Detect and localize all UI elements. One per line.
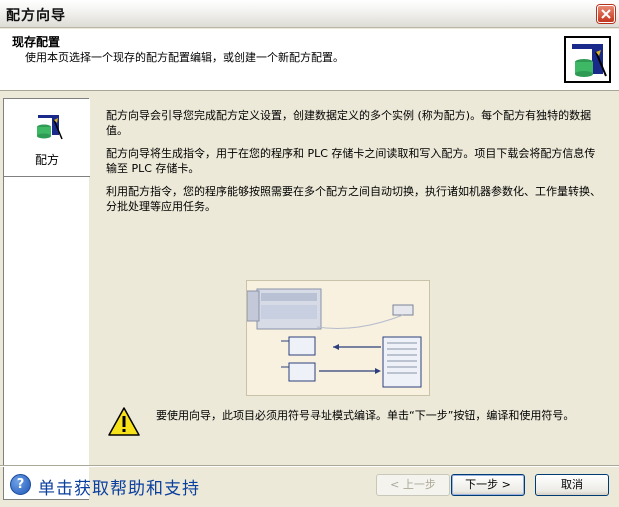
recipe-icon: [37, 115, 63, 140]
plc-diagram-illustration: [246, 281, 429, 395]
cancel-button[interactable]: 取消: [535, 474, 609, 496]
recipe-wizard-window: 配方向导 现存配置 使用本页选择一个现存的配方配置编辑，或创建一个新配方配置。: [0, 0, 619, 507]
window-title: 配方向导: [6, 8, 66, 24]
usage-paragraph: 利用配方指令，您的程序能够按照需要在多个配方之间自动切换，执行诸如机器参数化、工…: [106, 185, 601, 213]
wizard-navigation: 配方: [3, 98, 90, 500]
recipe-diagram-image: [246, 280, 430, 396]
wizard-content: 配方向导会引导您完成配方定义设置，创建数据定义的多个实例 (称为配方)。每个配方…: [90, 98, 616, 468]
previous-button[interactable]: < 上一步: [376, 474, 450, 496]
warning-icon: [107, 406, 141, 441]
next-button[interactable]: 下一步 >: [451, 474, 525, 496]
wizard-header: 现存配置 使用本页选择一个现存的配方配置编辑，或创建一个新配方配置。: [0, 29, 619, 91]
nav-item-label: 配方: [34, 153, 59, 167]
page-title: 现存配置: [12, 35, 61, 49]
help-support-link[interactable]: 单击获取帮助和支持: [38, 474, 200, 499]
help-icon[interactable]: ?: [10, 474, 31, 495]
warning-message: 要使用向导，此项目必须用符号寻址模式编译。单击“下一步”按钮，编译和使用符号。: [156, 409, 575, 422]
instructions-paragraph: 配方向导将生成指令，用于在您的程序和 PLC 存储卡之间读取和写入配方。项目下载…: [106, 147, 596, 175]
intro-paragraph: 配方向导会引导您完成配方定义设置，创建数据定义的多个实例 (称为配方)。每个配方…: [106, 109, 592, 137]
title-bar: 配方向导: [0, 0, 619, 28]
close-icon: [601, 9, 611, 19]
close-button[interactable]: [597, 5, 615, 23]
footer-divider: [0, 465, 619, 467]
recipe-wizard-icon: [572, 44, 607, 77]
nav-item-recipe[interactable]: 配方: [4, 99, 90, 177]
page-description: 使用本页选择一个现存的配方配置编辑，或创建一个新配方配置。: [25, 51, 344, 64]
wizard-logo: [564, 36, 611, 83]
